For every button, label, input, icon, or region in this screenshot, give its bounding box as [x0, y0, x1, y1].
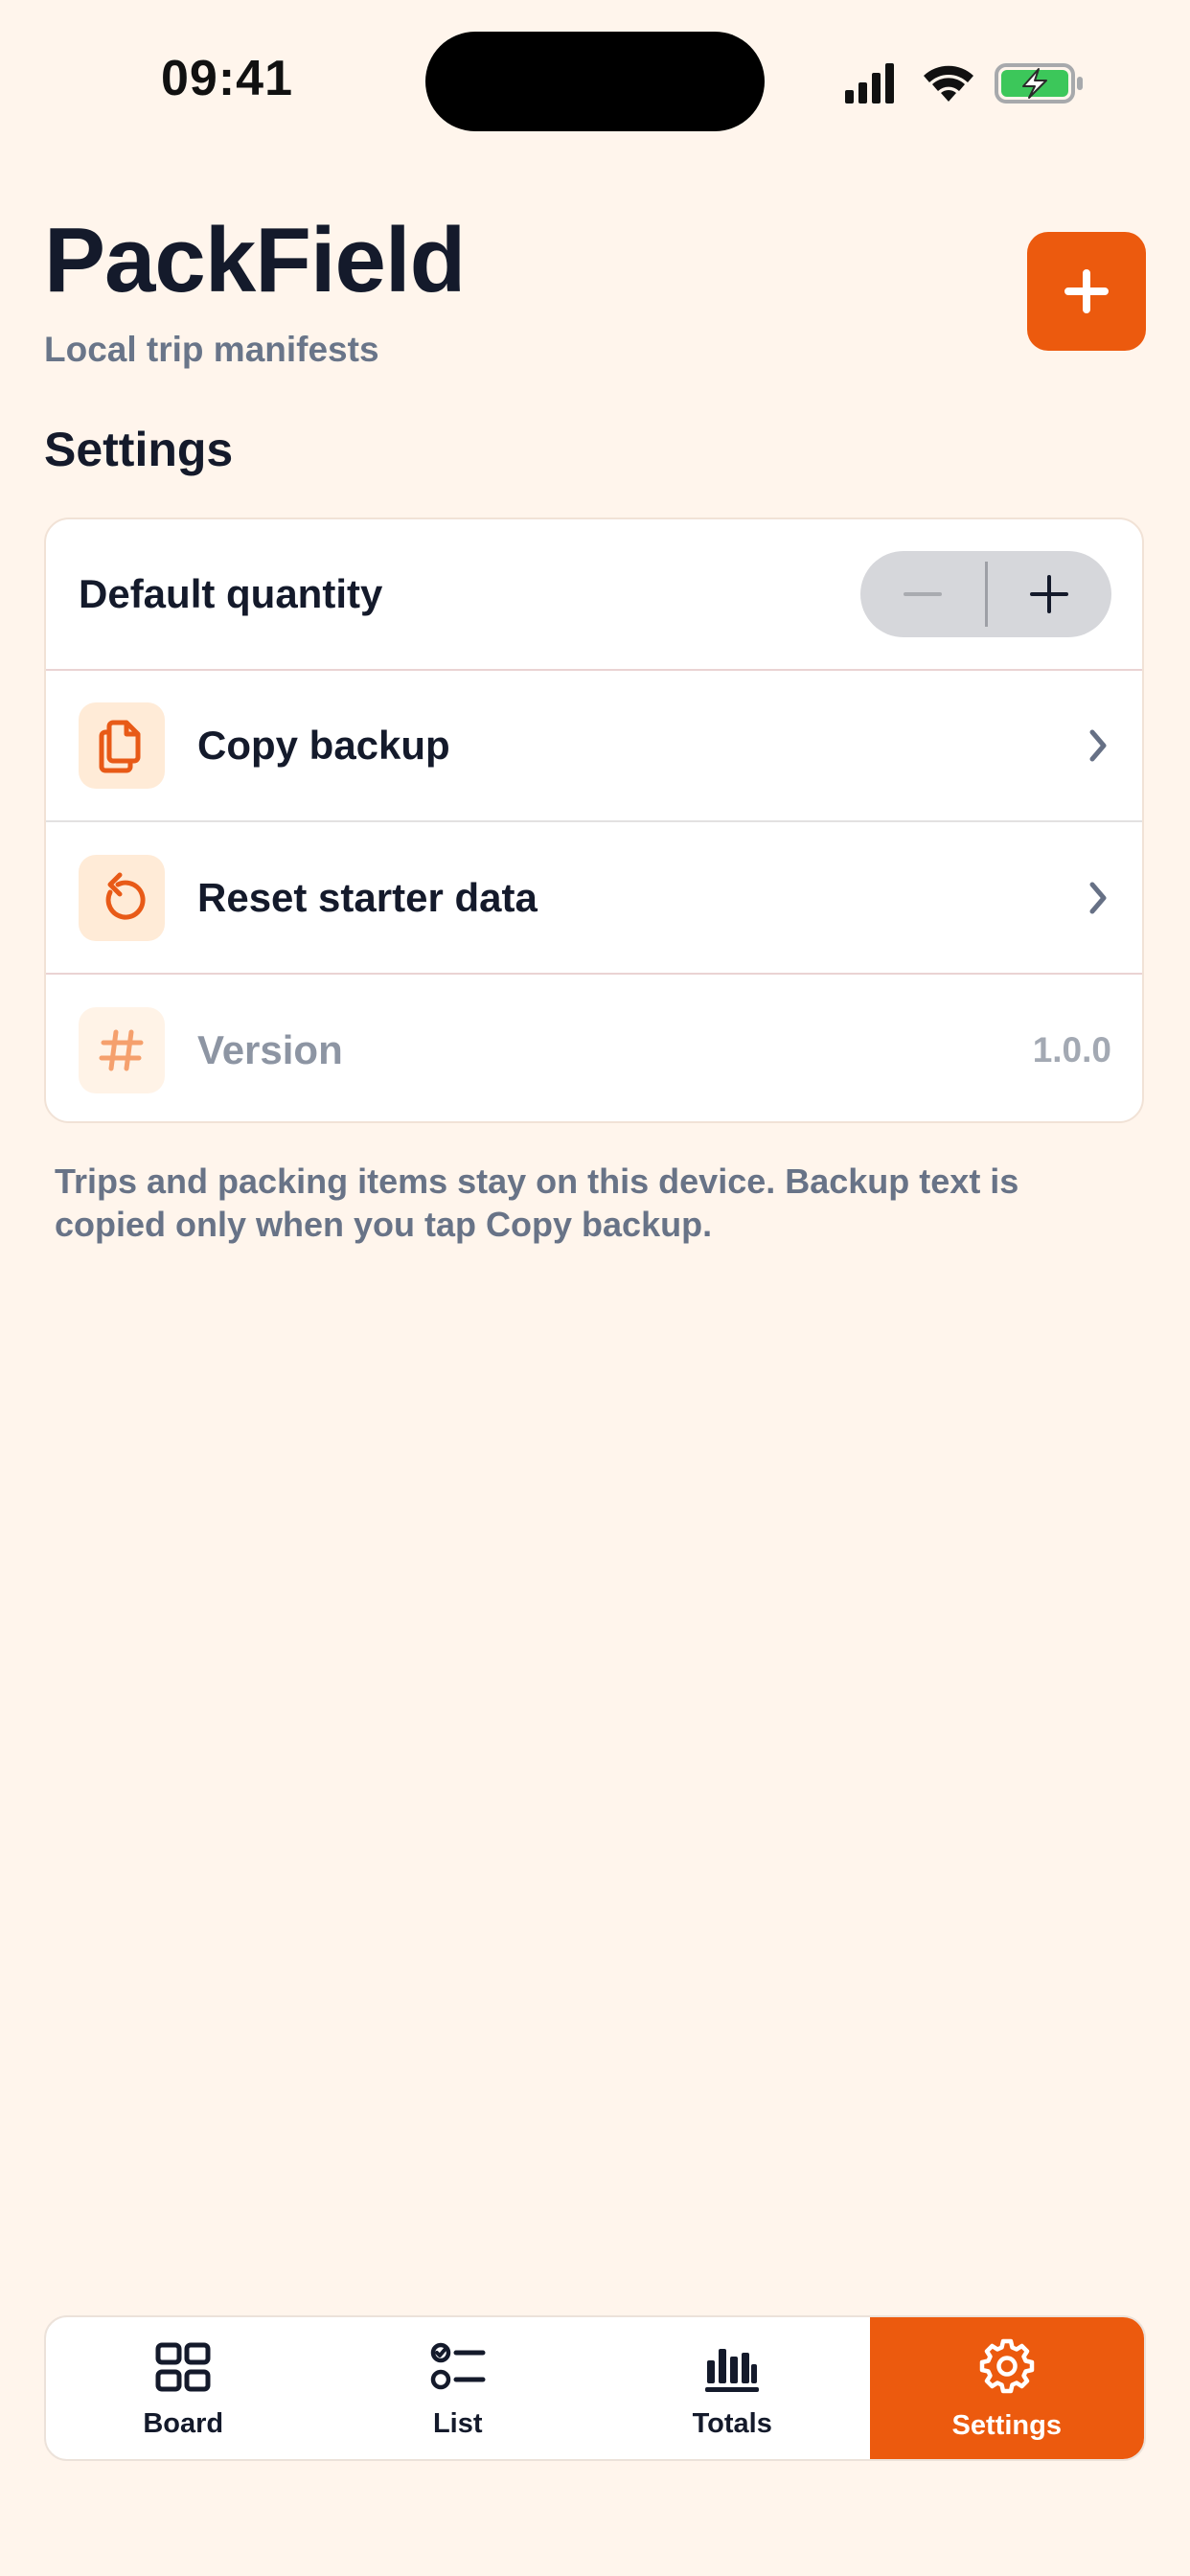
copy-backup-row[interactable]: Copy backup — [46, 671, 1142, 822]
chevron-right-icon — [1089, 729, 1107, 762]
copy-document-icon — [79, 702, 165, 789]
row-label: Copy backup — [197, 723, 450, 768]
tab-board[interactable]: Board — [46, 2317, 321, 2459]
tab-bar: Board List Totals Settings — [44, 2315, 1146, 2461]
app-subtitle: Local trip manifests — [44, 330, 379, 369]
cellular-signal-icon — [845, 63, 894, 104]
plus-icon — [1064, 269, 1109, 313]
plus-icon — [1030, 575, 1069, 613]
grid-icon — [155, 2342, 211, 2391]
reset-arrow-icon — [79, 855, 165, 941]
gear-icon — [979, 2338, 1034, 2393]
tab-totals[interactable]: Totals — [595, 2317, 870, 2459]
bar-chart-icon — [705, 2348, 760, 2392]
status-time: 09:41 — [161, 51, 293, 106]
hash-icon — [79, 1007, 165, 1093]
quantity-stepper[interactable] — [860, 551, 1111, 637]
increment-button[interactable] — [988, 551, 1112, 637]
row-label: Default quantity — [79, 571, 383, 616]
battery-charging-icon — [995, 63, 1083, 104]
chevron-right-icon — [1089, 882, 1107, 914]
status-icons — [845, 63, 1083, 104]
settings-card: Default quantity Copy backup Reset start… — [44, 518, 1144, 1123]
tab-label: Board — [143, 2407, 224, 2439]
checklist-icon — [430, 2342, 486, 2389]
version-value: 1.0.0 — [1032, 1030, 1111, 1070]
tab-label: Settings — [951, 2409, 1062, 2441]
add-trip-button[interactable] — [1027, 232, 1146, 351]
minus-icon — [903, 592, 942, 596]
row-label: Reset starter data — [197, 875, 538, 920]
dynamic-island — [425, 32, 765, 131]
status-bar: 09:41 — [0, 0, 1190, 163]
tab-list[interactable]: List — [321, 2317, 596, 2459]
tab-label: List — [432, 2407, 483, 2439]
reset-starter-data-row[interactable]: Reset starter data — [46, 823, 1142, 975]
privacy-footnote: Trips and packing items stay on this dev… — [55, 1162, 1019, 1244]
default-quantity-row: Default quantity — [46, 519, 1142, 671]
section-title: Settings — [44, 423, 234, 476]
wifi-icon — [924, 65, 973, 102]
version-row: Version 1.0.0 — [46, 976, 1142, 1121]
tab-label: Totals — [692, 2407, 772, 2439]
row-label: Version — [197, 1027, 343, 1072]
decrement-button[interactable] — [860, 551, 985, 637]
tab-settings[interactable]: Settings — [869, 2317, 1144, 2459]
app-title: PackField — [44, 209, 466, 311]
